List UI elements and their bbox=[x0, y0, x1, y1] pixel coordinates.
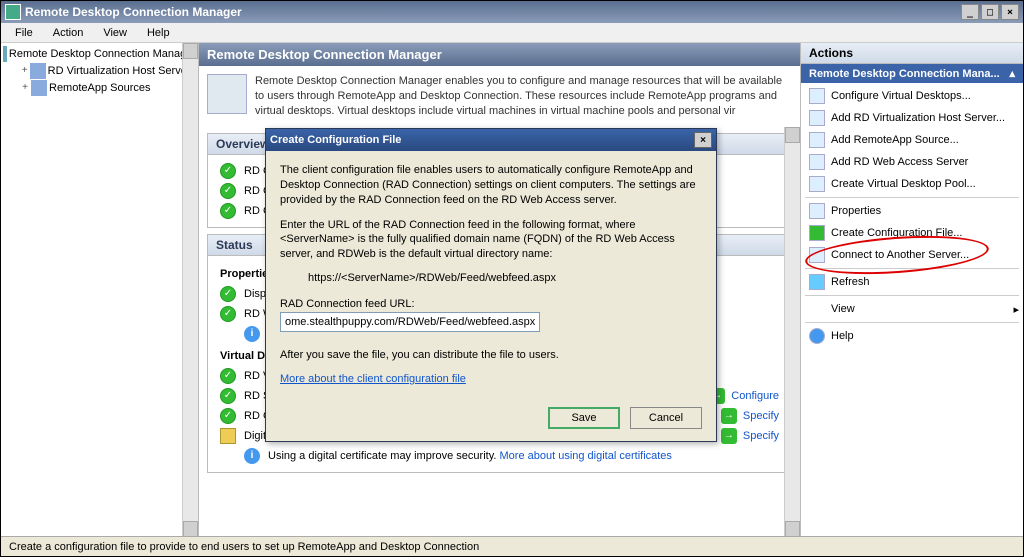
arrow-icon: → bbox=[721, 408, 737, 424]
collapse-icon[interactable]: ▴ bbox=[1009, 67, 1015, 80]
cancel-button[interactable]: Cancel bbox=[630, 407, 702, 429]
url-example: https://<ServerName>/RDWeb/Feed/webfeed.… bbox=[280, 272, 702, 284]
save-button[interactable]: Save bbox=[548, 407, 620, 429]
intro-area: Remote Desktop Connection Manager enable… bbox=[199, 66, 800, 127]
dialog-paragraph: After you save the file, you can distrib… bbox=[280, 348, 702, 363]
action-create-config-file[interactable]: Create Configuration File... bbox=[805, 222, 1019, 244]
scroll-down-button[interactable] bbox=[785, 521, 800, 537]
scrollbar[interactable] bbox=[784, 127, 800, 537]
properties-icon bbox=[809, 203, 825, 219]
check-icon: ✓ bbox=[220, 368, 236, 384]
tree-root[interactable]: Remote Desktop Connection Manager bbox=[3, 45, 196, 62]
action-add-rdvh-server[interactable]: Add RD Virtualization Host Server... bbox=[805, 107, 1019, 129]
more-about-link[interactable]: More about the client configuration file bbox=[280, 373, 466, 385]
refresh-icon bbox=[809, 274, 825, 290]
dialog-title: Create Configuration File bbox=[270, 134, 694, 146]
action-help[interactable]: Help bbox=[805, 325, 1019, 347]
info-row: iUsing a digital certificate may improve… bbox=[220, 446, 779, 466]
menu-bar: File Action View Help bbox=[1, 23, 1023, 43]
check-icon: ✓ bbox=[220, 306, 236, 322]
check-icon: ✓ bbox=[220, 408, 236, 424]
divider bbox=[805, 197, 1019, 198]
expand-icon[interactable]: + bbox=[19, 65, 30, 76]
desktop-icon bbox=[809, 88, 825, 104]
divider bbox=[805, 268, 1019, 269]
check-icon: ✓ bbox=[220, 183, 236, 199]
status-bar: Create a configuration file to provide t… bbox=[1, 536, 1023, 556]
actions-header: Actions bbox=[801, 43, 1023, 64]
dialog-titlebar: Create Configuration File × bbox=[266, 129, 716, 151]
actions-panel: Actions Remote Desktop Connection Mana..… bbox=[801, 43, 1023, 537]
specify-link[interactable]: Specify bbox=[743, 430, 779, 442]
scroll-up-button[interactable] bbox=[183, 43, 198, 59]
status-text: Create a configuration file to provide t… bbox=[9, 541, 479, 553]
submenu-arrow-icon: ▸ bbox=[1013, 303, 1019, 316]
window-title: Remote Desktop Connection Manager bbox=[25, 5, 961, 19]
source-icon bbox=[809, 132, 825, 148]
help-icon bbox=[809, 328, 825, 344]
minimize-button[interactable]: _ bbox=[961, 4, 979, 20]
computer-icon bbox=[3, 46, 7, 62]
app-icon bbox=[5, 4, 21, 20]
divider bbox=[805, 322, 1019, 323]
info-icon: i bbox=[244, 326, 260, 342]
input-label: RAD Connection feed URL: bbox=[280, 298, 702, 310]
action-configure-virtual-desktops[interactable]: Configure Virtual Desktops... bbox=[805, 85, 1019, 107]
rad-feed-url-input[interactable] bbox=[280, 312, 540, 332]
scroll-up-button[interactable] bbox=[785, 127, 800, 143]
tree-item[interactable]: + RemoteApp Sources bbox=[19, 79, 196, 96]
action-view[interactable]: View▸ bbox=[805, 298, 1019, 320]
window-titlebar: Remote Desktop Connection Manager _ □ × bbox=[1, 1, 1023, 23]
menu-action[interactable]: Action bbox=[45, 25, 92, 41]
intro-text: Remote Desktop Connection Manager enable… bbox=[255, 74, 792, 119]
action-properties[interactable]: Properties bbox=[805, 200, 1019, 222]
create-config-dialog: Create Configuration File × The client c… bbox=[265, 128, 717, 442]
check-icon: ✓ bbox=[220, 388, 236, 404]
check-icon: ✓ bbox=[220, 286, 236, 302]
web-icon bbox=[809, 154, 825, 170]
action-create-vd-pool[interactable]: Create Virtual Desktop Pool... bbox=[805, 173, 1019, 195]
cert-help-link[interactable]: More about using digital certificates bbox=[500, 450, 672, 462]
check-icon: ✓ bbox=[220, 203, 236, 219]
scrollbar[interactable] bbox=[182, 43, 198, 537]
certificate-icon bbox=[220, 428, 236, 444]
expand-icon[interactable]: + bbox=[19, 82, 31, 93]
tree-item[interactable]: + RD Virtualization Host Servers bbox=[19, 62, 196, 79]
tree-root-label: Remote Desktop Connection Manager bbox=[9, 48, 196, 60]
dialog-paragraph: The client configuration file enables us… bbox=[280, 163, 702, 208]
divider bbox=[805, 295, 1019, 296]
pool-icon bbox=[809, 176, 825, 192]
info-icon: i bbox=[244, 448, 260, 464]
intro-icon bbox=[207, 74, 247, 114]
connect-icon bbox=[809, 247, 825, 263]
server-icon bbox=[809, 110, 825, 126]
dialog-close-button[interactable]: × bbox=[694, 132, 712, 148]
action-refresh[interactable]: Refresh bbox=[805, 271, 1019, 293]
close-button[interactable]: × bbox=[1001, 4, 1019, 20]
dialog-paragraph: Enter the URL of the RAD Connection feed… bbox=[280, 218, 702, 263]
tree-panel: Remote Desktop Connection Manager + RD V… bbox=[1, 43, 199, 537]
tree-item-label: RemoteApp Sources bbox=[49, 82, 151, 94]
action-connect-another-server[interactable]: Connect to Another Server... bbox=[805, 244, 1019, 266]
maximize-button[interactable]: □ bbox=[981, 4, 999, 20]
check-icon: ✓ bbox=[220, 163, 236, 179]
action-add-rdweb-server[interactable]: Add RD Web Access Server bbox=[805, 151, 1019, 173]
menu-view[interactable]: View bbox=[95, 25, 135, 41]
file-icon bbox=[809, 225, 825, 241]
scroll-down-button[interactable] bbox=[183, 521, 198, 537]
tree-item-label: RD Virtualization Host Servers bbox=[48, 65, 196, 77]
content-title: Remote Desktop Connection Manager bbox=[199, 43, 800, 66]
menu-help[interactable]: Help bbox=[139, 25, 178, 41]
action-add-remoteapp-source[interactable]: Add RemoteApp Source... bbox=[805, 129, 1019, 151]
configure-link[interactable]: Configure bbox=[731, 390, 779, 402]
actions-group-title: Remote Desktop Connection Mana... ▴ bbox=[801, 64, 1023, 83]
specify-link[interactable]: Specify bbox=[743, 410, 779, 422]
menu-file[interactable]: File bbox=[7, 25, 41, 41]
arrow-icon: → bbox=[721, 428, 737, 444]
server-icon bbox=[30, 63, 45, 79]
server-icon bbox=[31, 80, 47, 96]
